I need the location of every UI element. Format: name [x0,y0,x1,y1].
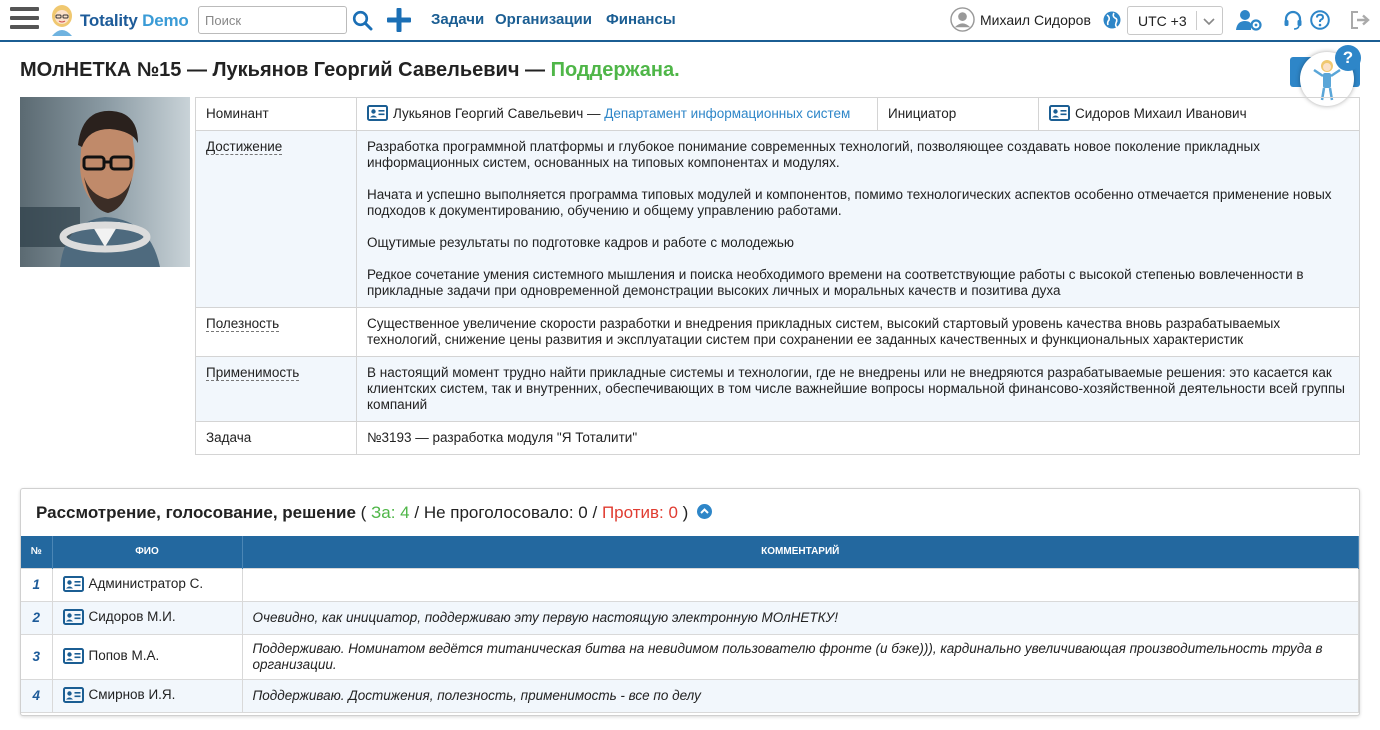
user-name[interactable]: Михаил Сидоров [980,12,1091,28]
achievement-label-cell: Достижение [195,130,357,309]
contact-card-icon[interactable] [1049,105,1070,122]
logout-icon[interactable] [1350,11,1370,29]
votes-abstain: Не проголосовало: 0 [423,503,588,522]
assistant-logo-icon[interactable] [48,4,76,36]
vote-number: 1 [21,567,53,602]
task-row: Задача №3193 — разработка модуля "Я Тота… [195,421,1360,456]
vote-row: 2 Сидоров М.И. Очевидно, как инициатор, … [21,600,1359,635]
status-label: Поддержана. [550,59,680,81]
voting-title-text: Рассмотрение, голосование, решение [36,503,356,522]
voter-cell: Попов М.А. [52,633,243,680]
nominee-name[interactable]: Лукьянов Георгий Савельевич — [393,106,604,121]
vote-comment: Поддерживаю. Достижения, полезность, при… [242,678,1359,713]
initiator-cell: Сидоров Михаил Иванович [1038,96,1360,132]
applicability-label-cell: Применимость [195,356,357,423]
achievement-paragraph: Начата и успешно выполняется программа т… [367,187,1332,219]
brand-name[interactable]: Totality Demo [80,11,189,31]
achievement-row: Достижение Разработка программной платфо… [195,130,1360,309]
column-header-name[interactable]: ФИО [52,536,243,568]
vote-comment [242,567,1359,602]
votes-against: Против: 0 [601,503,678,522]
votes-for: За: 4 [371,503,410,522]
voter-name[interactable]: Смирнов И.Я. [89,687,176,702]
achievement-paragraph: Разработка программной платформы и глубо… [367,139,1260,171]
nomination-info-table: Номинант Лукьянов Георгий Савельевич — Д… [195,96,1360,456]
user-settings-icon[interactable] [1236,9,1262,31]
achievement-paragraph: Редкое сочетание умения системного мышле… [367,267,1304,299]
search-icon[interactable] [352,10,373,31]
nominee-photo [20,97,190,267]
collapse-up-icon[interactable] [697,504,713,520]
voting-title: Рассмотрение, голосование, решение ( За:… [36,503,713,523]
usefulness-label[interactable]: Полезность [206,316,280,333]
vote-comment: Поддерживаю. Номинатом ведётся титаничес… [242,633,1359,680]
nav-organizations[interactable]: Организации [495,11,592,28]
initiator-name[interactable]: Сидоров Михаил Иванович [1075,106,1247,121]
applicability-text: В настоящий момент трудно найти прикладн… [356,356,1360,423]
contact-card-icon[interactable] [62,686,84,703]
achievement-text: Разработка программной платформы и глубо… [356,130,1360,309]
page-title: МОлНЕТКА №15 — Лукьянов Георгий Савельев… [20,59,680,82]
nominee-department-link[interactable]: Департамент информационных систем [604,106,850,121]
help-icon[interactable] [1310,10,1330,30]
contact-card-icon[interactable] [62,575,84,592]
task-label: Задача [195,421,357,456]
search-input[interactable] [198,6,347,34]
vote-comment: Очевидно, как инициатор, поддерживаю эту… [242,600,1359,635]
chevron-down-icon [1203,18,1215,26]
usefulness-text: Существенное увеличение скорости разрабо… [356,307,1360,358]
column-header-number[interactable]: № [21,536,53,568]
applicability-row: Применимость В настоящий момент трудно н… [195,356,1360,423]
timezone-select[interactable]: UTC +3 [1127,6,1223,35]
nav-tasks[interactable]: Задачи [431,11,484,28]
headset-icon[interactable] [1283,10,1303,30]
column-header-comment[interactable]: Комментарий [242,536,1359,568]
vote-number: 4 [21,678,53,713]
top-bar: Totality Demo Задачи Организации Финансы… [0,0,1380,42]
nominee-portrait [20,97,190,267]
paren-open: ( [355,503,372,522]
initiator-label: Инициатор [877,96,1039,132]
vote-row: 4 Смирнов И.Я. Поддерживаю. Достижения, … [21,678,1359,713]
applicability-label[interactable]: Применимость [206,365,300,382]
plus-icon[interactable] [386,7,412,33]
separator: / [587,503,602,522]
vote-number: 2 [21,600,53,635]
votes-header-row: № ФИО Комментарий [21,536,1359,568]
vote-row: 3 Попов М.А. Поддерживаю. Номинатом ведё… [21,633,1359,680]
usefulness-row: Полезность Существенное увеличение скоро… [195,307,1360,358]
menu-icon[interactable] [10,7,39,33]
voter-name[interactable]: Попов М.А. [89,648,160,663]
nav-finance[interactable]: Финансы [606,11,676,28]
vote-number: 3 [21,633,53,680]
usefulness-label-cell: Полезность [195,307,357,358]
brand-part2: Demo [142,11,189,30]
globe-icon[interactable] [1103,11,1121,29]
contact-card-icon[interactable] [367,105,388,122]
nominee-row: Номинант Лукьянов Георгий Савельевич — Д… [195,96,1360,132]
user-avatar-icon[interactable] [950,7,975,32]
voting-panel: Рассмотрение, голосование, решение ( За:… [20,488,1360,716]
brand-part1: Totality [80,11,138,30]
voter-name[interactable]: Сидоров М.И. [89,609,176,624]
voter-cell: Администратор С. [52,567,243,602]
task-link[interactable]: №3193 — разработка модуля "Я Тоталити" [356,421,1360,456]
assistant-help-icon[interactable]: ? [1335,45,1361,71]
achievement-paragraph: Ощутимые результаты по подготовке кадров… [367,235,794,251]
voter-cell: Смирнов И.Я. [52,678,243,713]
contact-card-icon[interactable] [62,647,84,664]
timezone-divider [1196,11,1197,30]
paren-close: ) [677,503,689,522]
votes-table: № ФИО Комментарий 1 Администратор С. 2 С… [21,536,1359,713]
contact-card-icon[interactable] [62,608,84,625]
vote-row: 1 Администратор С. [21,567,1359,602]
voter-cell: Сидоров М.И. [52,600,243,635]
voter-name[interactable]: Администратор С. [89,576,204,591]
achievement-label[interactable]: Достижение [206,139,283,156]
timezone-value: UTC +3 [1138,13,1187,29]
page-title-main: МОлНЕТКА №15 — Лукьянов Георгий Савельев… [20,59,551,81]
nominee-cell: Лукьянов Георгий Савельевич — Департамен… [356,96,878,132]
nominee-label: Номинант [195,96,357,132]
separator: / [409,503,424,522]
